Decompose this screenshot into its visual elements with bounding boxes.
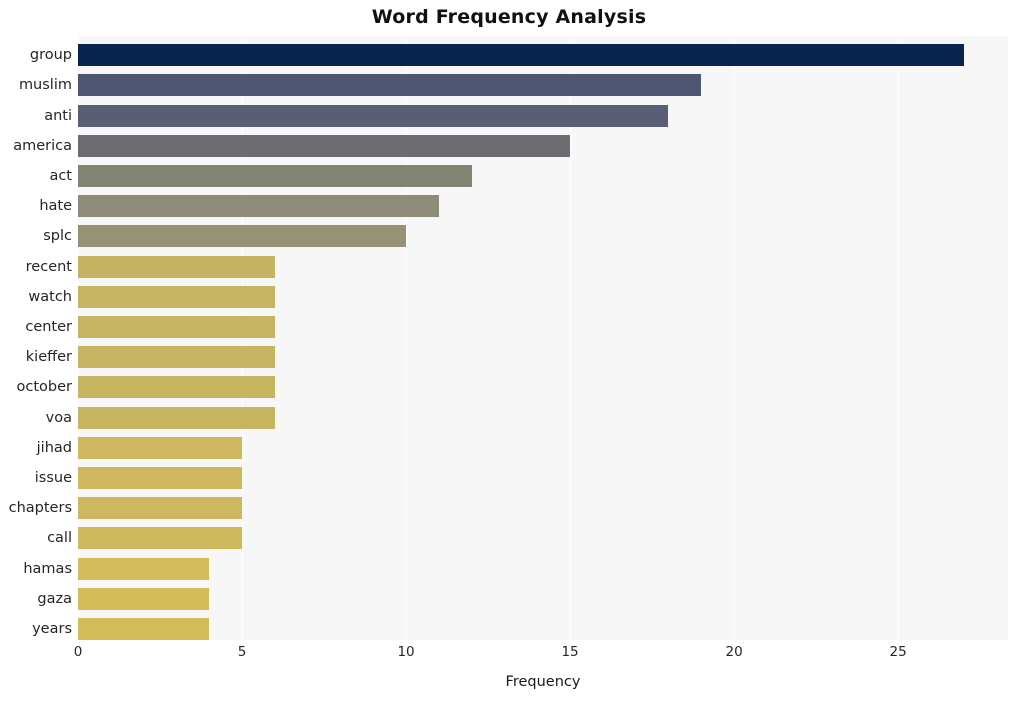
bar[interactable] xyxy=(78,255,275,278)
y-tick-label: kieffer xyxy=(25,349,72,366)
bar[interactable] xyxy=(78,285,275,308)
bar[interactable] xyxy=(78,617,210,640)
y-tick-label: voa xyxy=(45,409,72,426)
x-tick-label: 10 xyxy=(397,644,415,660)
y-tick-label: watch xyxy=(28,288,72,305)
bar[interactable] xyxy=(78,225,407,248)
y-tick-label: october xyxy=(16,379,73,396)
bar[interactable] xyxy=(78,376,275,399)
y-tick-label: years xyxy=(32,620,72,637)
x-axis-title: Frequency xyxy=(505,674,581,690)
y-tick-label: call xyxy=(47,530,72,547)
y-tick-label: anti xyxy=(44,107,72,124)
plot-area xyxy=(78,36,1008,640)
bar[interactable] xyxy=(78,74,702,97)
bar[interactable] xyxy=(78,406,275,429)
word-frequency-bar-chart: Word Frequency Analysis group muslim anti a… xyxy=(0,0,1018,701)
x-tick-label: 25 xyxy=(889,644,907,660)
y-tick-label: group xyxy=(29,47,72,64)
bar[interactable] xyxy=(78,497,243,520)
bars-container xyxy=(78,36,1008,640)
bar[interactable] xyxy=(78,346,275,369)
bar[interactable] xyxy=(78,587,210,610)
y-tick-label: hate xyxy=(39,198,72,215)
y-tick-label: america xyxy=(13,137,72,154)
bar[interactable] xyxy=(78,527,243,550)
bar[interactable] xyxy=(78,557,210,580)
y-tick-label: jihad xyxy=(36,439,72,456)
y-tick-label: act xyxy=(49,167,72,184)
y-tick-label: splc xyxy=(43,228,72,245)
y-tick-label: issue xyxy=(34,469,72,486)
bar[interactable] xyxy=(78,104,669,127)
y-tick-label: center xyxy=(25,318,72,335)
y-tick-label: gaza xyxy=(37,590,72,607)
bar[interactable] xyxy=(78,436,243,459)
x-tick-label: 5 xyxy=(237,644,247,660)
bar[interactable] xyxy=(78,164,472,187)
y-axis-tick-labels: group muslim anti america act hate splc recent w… xyxy=(0,36,72,640)
chart-title: Word Frequency Analysis xyxy=(371,6,647,28)
bar[interactable] xyxy=(78,466,243,489)
bar[interactable] xyxy=(78,315,275,338)
y-tick-label: muslim xyxy=(18,77,72,94)
y-tick-label: hamas xyxy=(23,560,72,577)
y-tick-label: chapters xyxy=(8,500,72,517)
bar[interactable] xyxy=(78,44,964,67)
bar[interactable] xyxy=(78,134,571,157)
x-tick-label: 15 xyxy=(561,644,579,660)
bar[interactable] xyxy=(78,195,439,218)
x-tick-label: 0 xyxy=(73,644,83,660)
y-tick-label: recent xyxy=(25,258,72,275)
x-tick-label: 20 xyxy=(725,644,743,660)
x-axis-tick-labels: 0 5 10 15 20 25 xyxy=(74,644,1008,666)
